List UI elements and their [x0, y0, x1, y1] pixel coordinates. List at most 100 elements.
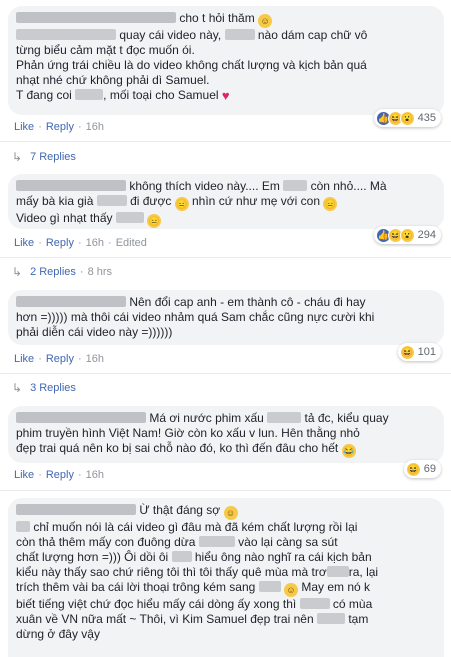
reply-arrow-icon: ↳	[12, 150, 23, 164]
comment-text: còn thả thêm mấy con đuông dừa	[16, 535, 196, 549]
like-link[interactable]: Like	[14, 121, 34, 133]
wow-reaction-icon: 😮	[399, 227, 415, 243]
haha-reaction-icon: 😆	[405, 461, 421, 477]
hidden-author-name[interactable]	[16, 180, 126, 191]
comment-text: hiểu ông nào nghĩ ra cái kịch bản	[194, 550, 372, 564]
comment-text: xuân về VN nữa mất ~ Thôi, vì Kim Samuel…	[16, 612, 314, 626]
comment-text: quay cái video này,	[119, 28, 222, 42]
redacted-text	[224, 29, 255, 40]
haha-reaction-icon: 😆	[399, 344, 415, 360]
comment-text: biết tiếng việt chứ đọc hiểu mấy cái dòn…	[16, 597, 297, 611]
redacted-text	[96, 195, 127, 206]
redacted-text	[299, 598, 330, 609]
reaction-summary[interactable]: 👍 😆 😮 294	[373, 226, 441, 244]
comment-text: nào dám cap chữ vô	[257, 28, 368, 42]
view-replies-link[interactable]: ↳ 7 Replies	[12, 150, 76, 164]
comment-bubble-5: Ừ thật đáng sợ ☺ chỉ muốn nói là cái vid…	[8, 498, 444, 657]
hidden-author-name[interactable]	[16, 296, 126, 307]
comment-text: đi được	[130, 194, 172, 208]
like-link[interactable]: Like	[14, 237, 34, 249]
reaction-summary[interactable]: 😆 101	[397, 343, 441, 361]
comment-text: kiểu này thấy sao chứ riêng tôi thì tôi …	[16, 565, 327, 579]
comment-text: còn nhỏ.... Mà	[310, 179, 387, 193]
comment-text: hơn =))))) mà thôi cái video nhảm quá Sa…	[16, 310, 375, 324]
comment-timestamp[interactable]: 16h	[86, 469, 104, 481]
comment-bubble-3: Nên đổi cap anh - em thành cô - cháu đi …	[8, 290, 444, 345]
view-replies-link[interactable]: ↳ 2 Replies · 8 hrs	[12, 265, 112, 279]
reaction-count: 294	[417, 229, 436, 241]
comment-bubble-1: cho t hỏi thăm ☺ quay cái video này, nào…	[8, 6, 444, 115]
comment-text: Nên đổi cap anh - em thành cô - cháu đi …	[129, 295, 366, 309]
redacted-text	[258, 581, 281, 592]
comment-text: nhìn cứ như mẹ với con	[192, 194, 320, 208]
redacted-text	[171, 551, 192, 562]
redacted-text	[115, 212, 144, 223]
comment-text: đẹp trai quá nên ko bị sai chỗ nào đó, k…	[16, 441, 339, 455]
comment-thread: cho t hỏi thăm ☺ quay cái video này, nào…	[0, 0, 451, 657]
divider	[0, 141, 451, 142]
redacted-text	[16, 521, 30, 532]
comment-text: từng biểu cảm mặt t đọc muốn ói.	[16, 43, 195, 57]
hidden-author-name[interactable]	[16, 12, 176, 23]
comment-text: vào lại càng sa sút	[238, 535, 338, 549]
smile-emoji-icon: ☺	[284, 583, 299, 597]
replies-time: 8 hrs	[87, 266, 113, 278]
smile-emoji-icon: ☺	[258, 14, 273, 28]
comment-text: mấy bà kia già	[16, 194, 94, 208]
reply-link[interactable]: Reply	[46, 121, 74, 133]
comment-timestamp[interactable]: 16h	[86, 237, 104, 249]
neutral-emoji-icon: 😑	[147, 214, 162, 228]
reply-link[interactable]: Reply	[46, 353, 74, 365]
neutral-emoji-icon: 😑	[174, 197, 189, 211]
comment-text: ra, lại	[348, 565, 379, 579]
redacted-text	[16, 29, 116, 40]
redacted-text	[267, 412, 302, 423]
comment-text: phim truyền hình Việt Nam! Giờ còn ko xấ…	[16, 426, 360, 440]
redacted-text	[75, 89, 104, 100]
comment-text: Video gì nhạt thấy	[16, 211, 113, 225]
reply-link[interactable]: Reply	[46, 237, 74, 249]
comment-bubble-2: không thích video này.... Em còn nhỏ....…	[8, 174, 444, 229]
comment-text: nhạt nhé chứ không phải dì Samuel.	[16, 73, 210, 87]
reply-arrow-icon: ↳	[12, 265, 23, 279]
comment-text: tả đc, kiểu quay	[304, 411, 389, 425]
reply-link[interactable]: Reply	[46, 469, 74, 481]
reaction-summary[interactable]: 👍 😆 😮 435	[373, 109, 441, 127]
comment-text: May em nó k	[301, 580, 371, 594]
replies-count: 3 Replies	[30, 382, 76, 394]
redacted-text	[316, 613, 345, 624]
edited-label[interactable]: Edited	[116, 237, 147, 249]
comment-bubble-4: Má ơi nước phim xấu tả đc, kiểu quay phi…	[8, 406, 444, 463]
comment-actions: Like · Reply · 16h	[14, 469, 105, 481]
comment-text: có mùa	[332, 597, 373, 611]
view-replies-link[interactable]: ↳ 3 Replies	[12, 381, 76, 395]
comment-text: chỉ muốn nói là cái video gì đâu mà đã k…	[33, 520, 358, 534]
reaction-summary[interactable]: 😆 69	[403, 460, 441, 478]
comment-text: chất lượng hơn =))) Ôi dồi ôi	[16, 550, 169, 564]
divider	[0, 257, 451, 258]
reaction-count: 435	[417, 112, 436, 124]
comment-timestamp[interactable]: 16h	[86, 353, 104, 365]
hidden-author-name[interactable]	[16, 504, 136, 515]
heart-emoji-icon: ♥	[221, 88, 230, 103]
comment-actions: Like · Reply · 16h · Edited	[14, 237, 147, 249]
divider	[0, 373, 451, 374]
comment-text: tạm	[348, 612, 369, 626]
comment-timestamp[interactable]: 16h	[86, 121, 104, 133]
hidden-author-name[interactable]	[16, 412, 146, 423]
like-link[interactable]: Like	[14, 353, 34, 365]
like-link[interactable]: Like	[14, 469, 34, 481]
comment-text: phải diễn cái video này =))))))	[16, 325, 173, 339]
comment-actions: Like · Reply · 16h	[14, 353, 105, 365]
redacted-text	[326, 566, 349, 577]
replies-count: 7 Replies	[30, 151, 76, 163]
redacted-text	[198, 536, 235, 547]
redacted-text	[283, 180, 308, 191]
smile-emoji-icon: ☺	[223, 506, 238, 520]
comment-text: dừng ở đây vậy	[16, 627, 100, 641]
comment-actions: Like · Reply · 16h	[14, 121, 105, 133]
divider	[0, 490, 451, 491]
comment-text: cho t hỏi thăm	[179, 11, 255, 25]
reply-arrow-icon: ↳	[12, 381, 23, 395]
laughing-emoji-icon: 😂	[341, 444, 356, 458]
